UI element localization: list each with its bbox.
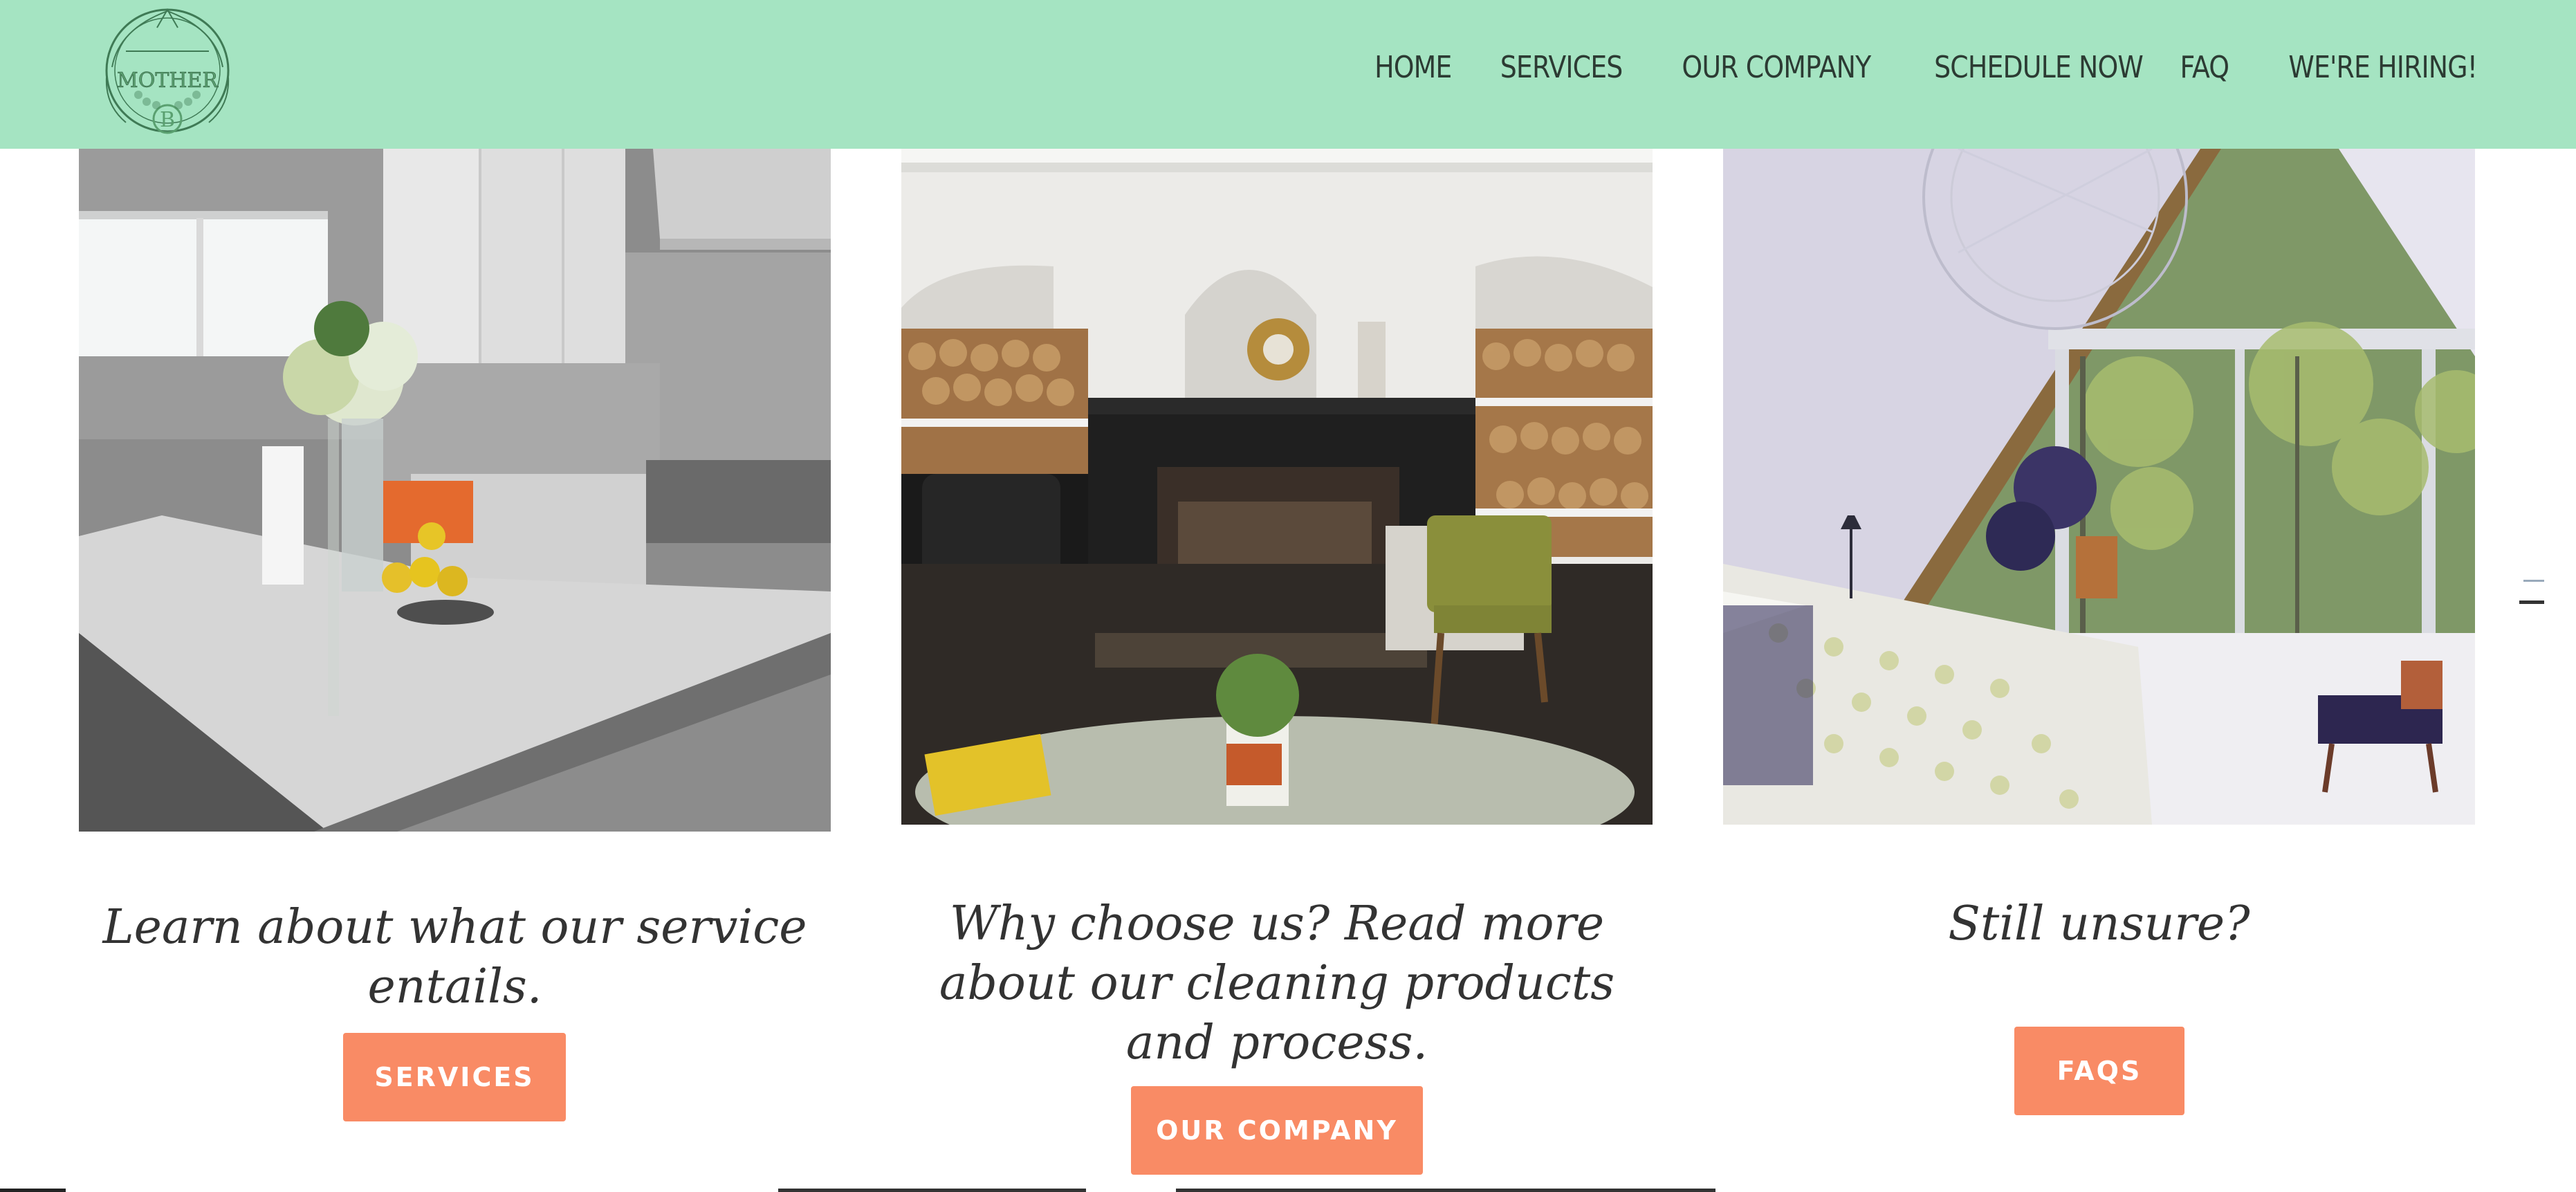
- nav-our-company[interactable]: OUR COMPANY: [1682, 50, 1872, 85]
- a-frame-bedroom-photo: [1723, 149, 2475, 825]
- services-caption: Learn about what our service entails.: [102, 900, 807, 1014]
- kitchen-photo: [79, 149, 831, 832]
- bottom-border: [0, 1189, 2576, 1192]
- nav-faq[interactable]: FAQ: [2180, 50, 2229, 85]
- fireplace-living-room-photo: [901, 149, 1653, 825]
- mother-b-logo[interactable]: MOTHER B: [77, 1, 257, 136]
- services-button[interactable]: SERVICES: [343, 1033, 566, 1121]
- nav-home[interactable]: HOME: [1374, 50, 1452, 85]
- site-header: MOTHER B HOME SERVICES OUR COMPANY SCHED…: [0, 0, 2576, 149]
- faqs-button[interactable]: FAQS: [2014, 1027, 2184, 1115]
- logo-initial: B: [160, 108, 175, 132]
- scroll-indicator[interactable]: [2519, 600, 2544, 604]
- nav-schedule-now[interactable]: SCHEDULE NOW: [1934, 50, 2144, 85]
- our-company-button[interactable]: OUR COMPANY: [1131, 1086, 1423, 1175]
- logo-wordmark: MOTHER: [117, 68, 219, 93]
- scroll-indicator-mark: [2523, 580, 2544, 582]
- faq-caption: Still unsure?: [1948, 897, 2250, 951]
- company-caption: Why choose us? Read more about our clean…: [939, 897, 1615, 1070]
- nav-services[interactable]: SERVICES: [1500, 50, 1623, 85]
- main-nav: HOME SERVICES OUR COMPANY SCHEDULE NOW F…: [1333, 50, 2478, 85]
- nav-hiring[interactable]: WE'RE HIRING!: [2288, 50, 2478, 85]
